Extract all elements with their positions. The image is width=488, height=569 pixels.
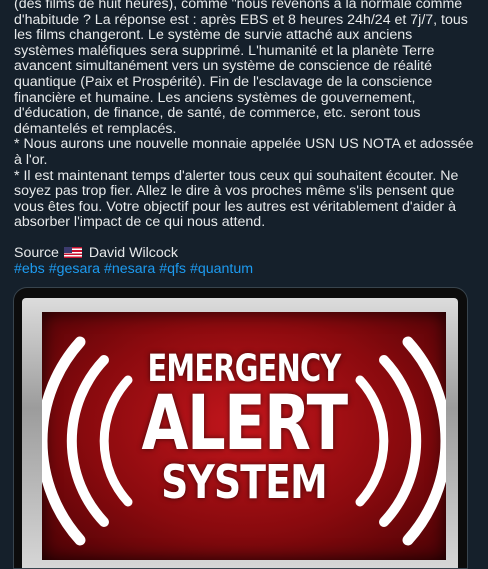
hashtag-link[interactable]: #ebs	[14, 261, 45, 277]
hashtag-link[interactable]: #nesara	[104, 261, 155, 277]
alert-sign-panel: EMERGENCY ALERT SYSTEM	[42, 312, 446, 560]
alert-line-system: SYSTEM	[161, 455, 328, 509]
alert-sign-frame: EMERGENCY ALERT SYSTEM	[22, 298, 458, 568]
hashtag-link[interactable]: #gesara	[49, 261, 100, 277]
hashtag-link[interactable]: #qfs	[159, 261, 186, 277]
source-line: Source David Wilcock	[14, 245, 178, 261]
alert-line-alert: ALERT	[141, 378, 349, 467]
hashtag-link[interactable]: #quantum	[190, 261, 253, 277]
tweet-post: (des films de huit heures), comme "nous …	[0, 0, 488, 569]
post-body-text: (des films de huit heures), comme "nous …	[14, 0, 476, 231]
post-paragraph-2: * Nous aurons une nouvelle monnaie appel…	[14, 136, 474, 168]
source-name: David Wilcock	[88, 245, 178, 261]
hashtag-list: #ebs #gesara #nesara #qfs #quantum	[14, 261, 253, 277]
us-flag-icon	[63, 247, 82, 258]
post-paragraph-1: (des films de huit heures), comme "nous …	[14, 0, 468, 137]
source-label: Source	[14, 245, 59, 261]
post-media-image[interactable]: EMERGENCY ALERT SYSTEM	[13, 287, 468, 569]
post-paragraph-3: * Il est maintenant temps d'alerter tous…	[14, 167, 459, 231]
alert-sign-text: EMERGENCY ALERT SYSTEM	[42, 350, 446, 509]
